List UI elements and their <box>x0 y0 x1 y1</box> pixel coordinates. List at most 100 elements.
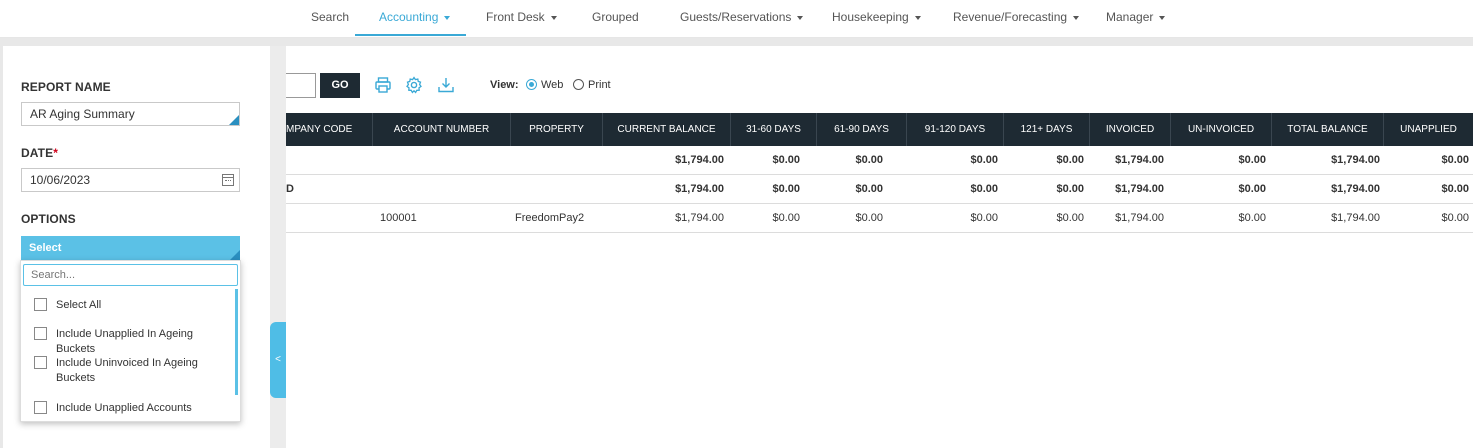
nav-search[interactable]: Search <box>311 0 349 36</box>
col-total-balance[interactable]: TOTAL BALANCE <box>1272 113 1384 146</box>
download-icon[interactable] <box>437 76 455 94</box>
col-account-number[interactable]: ACCOUNT NUMBER <box>373 113 511 146</box>
chevron-down-icon <box>1159 15 1166 20</box>
cell-un-invoiced: $0.00 <box>1238 183 1266 195</box>
cell-unapplied: $0.00 <box>1441 183 1469 195</box>
view-print-label: Print <box>588 79 611 91</box>
cell-61-90: $0.00 <box>855 183 883 195</box>
nav-housekeeping-label: Housekeeping <box>832 10 909 24</box>
cell-91-120: $0.00 <box>970 183 998 195</box>
cell-current-balance: $1,794.00 <box>675 154 724 166</box>
col-property[interactable]: PROPERTY <box>511 113 603 146</box>
view-web-radio[interactable]: Web <box>526 79 563 91</box>
nav-revenue-label: Revenue/Forecasting <box>953 10 1068 24</box>
view-label: View: <box>490 79 519 91</box>
dropdown-corner-icon <box>230 250 240 260</box>
option-label: Include Unapplied Accounts <box>56 402 192 414</box>
nav-accounting[interactable]: Accounting <box>354 0 467 36</box>
date-label: DATE* <box>21 146 58 160</box>
nav-manager[interactable]: Manager <box>1106 0 1166 36</box>
checkbox[interactable] <box>34 327 47 340</box>
col-invoiced[interactable]: INVOICED <box>1090 113 1171 146</box>
cell-un-invoiced: $0.00 <box>1238 212 1266 224</box>
chevron-down-icon <box>914 15 921 20</box>
chevron-down-icon <box>550 15 557 20</box>
report-name-value: AR Aging Summary <box>30 107 135 121</box>
cell-total-balance: $1,794.00 <box>1331 212 1380 224</box>
cell-61-90: $0.00 <box>855 154 883 166</box>
col-121-plus-days[interactable]: 121+ DAYS <box>1004 113 1090 146</box>
nav-accounting-label: Accounting <box>379 10 439 24</box>
col-61-90-days[interactable]: 61-90 DAYS <box>817 113 907 146</box>
header-separator <box>0 38 1473 46</box>
required-marker: * <box>53 146 58 160</box>
cell-invoiced: $1,794.00 <box>1115 212 1164 224</box>
calendar-icon[interactable] <box>222 174 234 186</box>
options-label: OPTIONS <box>21 212 76 226</box>
col-31-60-days[interactable]: 31-60 DAYS <box>731 113 817 146</box>
option-include-unapplied-ageing[interactable]: Include Unapplied In Ageing Buckets <box>34 327 234 357</box>
cell-121-plus: $0.00 <box>1056 212 1084 224</box>
dropdown-scrollbar[interactable] <box>235 289 238 395</box>
options-search-input[interactable] <box>23 264 238 286</box>
cell-company-code: D <box>286 183 294 195</box>
option-label: Select All <box>56 299 102 311</box>
nav-housekeeping[interactable]: Housekeeping <box>832 0 921 36</box>
cell-property: FreedomPay2 <box>515 212 585 224</box>
cell-current-balance: $1,794.00 <box>675 183 724 195</box>
col-91-120-days[interactable]: 91-120 DAYS <box>907 113 1004 146</box>
go-button[interactable]: GO <box>320 73 360 98</box>
checkbox[interactable] <box>34 356 47 369</box>
date-label-text: DATE <box>21 146 54 160</box>
option-include-unapplied-accounts[interactable]: Include Unapplied Accounts <box>34 401 234 416</box>
options-dropdown: Select All Include Unapplied In Ageing B… <box>20 260 241 422</box>
col-company-code[interactable]: MPANY CODE <box>286 113 373 146</box>
cell-31-60: $0.00 <box>772 183 800 195</box>
view-web-label: Web <box>541 79 564 91</box>
nav-grouped[interactable]: Grouped <box>592 0 639 36</box>
radio-checked-icon[interactable] <box>526 79 537 90</box>
nav-guests-reservations[interactable]: Guests/Reservations <box>680 0 804 36</box>
report-name-select[interactable]: AR Aging Summary <box>21 102 240 126</box>
cell-121-plus: $0.00 <box>1056 154 1084 166</box>
checkbox[interactable] <box>34 401 47 414</box>
top-nav: Search Accounting Front Desk Grouped Gue… <box>0 0 1473 38</box>
options-select-button[interactable]: Select <box>21 236 240 260</box>
col-unapplied[interactable]: UNAPPLIED <box>1384 113 1473 146</box>
chevron-down-icon <box>797 15 804 20</box>
date-field[interactable]: 10/06/2023 <box>21 168 240 192</box>
cell-invoiced: $1,794.00 <box>1115 183 1164 195</box>
collapse-panel-button[interactable]: < <box>270 322 286 398</box>
radio-unchecked-icon[interactable] <box>573 79 584 90</box>
table-row[interactable]: 100001 FreedomPay2 $1,794.00 $0.00 $0.00… <box>286 204 1473 233</box>
view-print-radio[interactable]: Print <box>573 79 611 91</box>
dropdown-corner-icon <box>229 115 239 125</box>
cell-unapplied: $0.00 <box>1441 212 1469 224</box>
nav-revenue-forecasting[interactable]: Revenue/Forecasting <box>953 0 1080 36</box>
option-select-all[interactable]: Select All <box>34 298 234 313</box>
col-current-balance[interactable]: CURRENT BALANCE <box>603 113 731 146</box>
cell-121-plus: $0.00 <box>1056 183 1084 195</box>
option-include-uninvoiced-ageing[interactable]: Include Uninvoiced In Ageing Buckets <box>34 356 229 386</box>
cell-current-balance: $1,794.00 <box>675 212 724 224</box>
print-icon[interactable] <box>374 76 392 94</box>
nav-guests-label: Guests/Reservations <box>680 10 792 24</box>
col-un-invoiced[interactable]: UN-INVOICED <box>1171 113 1272 146</box>
cell-total-balance: $1,794.00 <box>1331 154 1380 166</box>
go-input[interactable] <box>286 73 316 98</box>
option-label: Include Uninvoiced In Ageing Buckets <box>56 357 198 384</box>
panel-edge <box>0 46 3 448</box>
table-header: MPANY CODE ACCOUNT NUMBER PROPERTY CURRE… <box>286 113 1473 146</box>
cell-61-90: $0.00 <box>855 212 883 224</box>
cell-account-number: 100001 <box>380 212 417 224</box>
cell-invoiced: $1,794.00 <box>1115 154 1164 166</box>
checkbox[interactable] <box>34 298 47 311</box>
date-value: 10/06/2023 <box>30 173 91 187</box>
cell-31-60: $0.00 <box>772 212 800 224</box>
nav-front-desk[interactable]: Front Desk <box>486 0 557 36</box>
cell-total-balance: $1,794.00 <box>1331 183 1380 195</box>
options-select-label: Select <box>29 242 62 254</box>
cell-91-120: $0.00 <box>970 154 998 166</box>
nav-search-label: Search <box>311 10 350 24</box>
settings-icon[interactable] <box>405 76 423 94</box>
